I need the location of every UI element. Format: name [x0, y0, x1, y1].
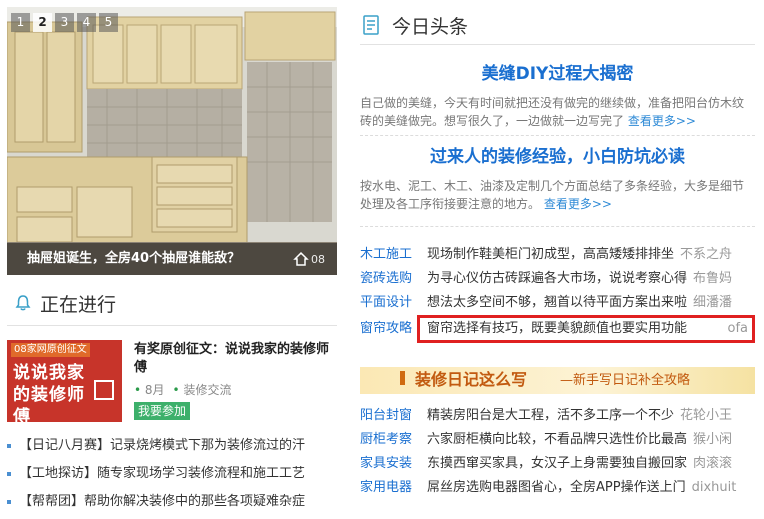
- slider-dot-3[interactable]: 3: [55, 13, 74, 32]
- story-summary: 按水电、泥工、木工、油漆及定制几个方面总结了多条经验，大多是细节处理及各工序衔接…: [360, 179, 745, 211]
- slider-dot-5[interactable]: 5: [99, 13, 118, 32]
- list-item[interactable]: 【帮帮团】帮助你解决装修中的那些各项疑难杂症: [7, 488, 337, 516]
- ongoing-title: 正在进行: [40, 293, 117, 316]
- kitchen-illustration: [7, 7, 337, 275]
- home-icon: [293, 251, 309, 266]
- story-divider: [360, 135, 755, 136]
- category-row[interactable]: 平面设计 想法太多空间不够，翘首以待平面方案出来啦 细潘潘: [360, 291, 755, 315]
- slider-dot-2[interactable]: 2: [33, 13, 52, 32]
- feature-month: 8月: [144, 383, 165, 397]
- thumb-text: 说说我家的装修师傅: [13, 363, 85, 422]
- author-link[interactable]: 花轮小王: [680, 404, 732, 428]
- bell-icon: [15, 295, 31, 311]
- story-title[interactable]: 过来人的装修经验，小白防坑必读: [360, 145, 755, 169]
- category-row[interactable]: 阳台封窗 精装房阳台是大工程，活不多工序一个不少 花轮小王: [360, 404, 755, 428]
- read-more-link[interactable]: 查看更多>>: [628, 114, 696, 128]
- feature-meta: • 8月 • 装修交流: [134, 383, 232, 397]
- feature-category[interactable]: 装修交流: [183, 383, 231, 397]
- story-title[interactable]: 美缝DIY过程大揭密: [360, 62, 755, 86]
- join-button[interactable]: 我要参加: [134, 402, 191, 420]
- category-list-bottom: 阳台封窗 精装房阳台是大工程，活不多工序一个不少 花轮小王 厨柜考察 六家厨柜横…: [360, 404, 755, 500]
- category-row[interactable]: 木工施工 现场制作鞋美柜门初成型，高高矮矮排排坐 不系之舟: [360, 243, 755, 267]
- story-summary: 自己做的美缝，今天有时间就把还没有做完的继续做，准备把阳台仿木纹砖的美缝做完。想…: [360, 96, 745, 128]
- diary-banner[interactable]: 装修日记这么写 —新手写日记补全攻略: [360, 367, 755, 394]
- category-link[interactable]: 平面设计: [360, 291, 417, 315]
- highlighted-article[interactable]: 窗帘选择有技巧，既要美貌颜值也要实用功能 ofa: [417, 315, 755, 343]
- article-link[interactable]: 想法太多空间不够，翘首以待平面方案出来啦: [427, 291, 687, 315]
- banner-title[interactable]: 装修日记这么写: [415, 369, 527, 391]
- author-link[interactable]: 肉滚滚: [693, 452, 732, 476]
- category-link[interactable]: 家具安装: [360, 452, 417, 476]
- article-link[interactable]: 现场制作鞋美柜门初成型，高高矮矮排排坐: [427, 243, 674, 267]
- list-item[interactable]: 【日记八月赛】记录烧烤模式下那为装修流过的汗: [7, 432, 337, 460]
- featured-slider[interactable]: 1 2 3 4 5 抽屉姐诞生，全房40个抽屉谁能敌？ 08: [7, 7, 337, 275]
- category-row[interactable]: 瓷砖选购 为寻心仪仿古砖踩遍各大市场，说说考察心得 布鲁妈: [360, 267, 755, 291]
- bullet-icon: [7, 500, 11, 504]
- category-link[interactable]: 木工施工: [360, 243, 417, 267]
- category-link[interactable]: 厨柜考察: [360, 428, 417, 452]
- story-divider: [360, 226, 755, 227]
- category-link[interactable]: 阳台封窗: [360, 404, 417, 428]
- watermark-text: 08: [311, 252, 325, 266]
- article-link[interactable]: 窗帘选择有技巧，既要美貌颜值也要实用功能: [427, 317, 687, 341]
- category-row[interactable]: 厨柜考察 六家厨柜横向比较，不看品牌只选性价比最高 猴小闲: [360, 428, 755, 452]
- article-link[interactable]: 东摸西窜买家具，女汉子上身需要独自搬回家: [427, 452, 687, 476]
- ongoing-header: 正在进行: [7, 287, 337, 326]
- bullet-icon: [7, 444, 11, 448]
- article-link[interactable]: 六家厨柜横向比较，不看品牌只选性价比最高: [427, 428, 687, 452]
- feature-title[interactable]: 有奖原创征文：说说我家的装修师傅: [134, 341, 337, 377]
- newspaper-icon: [363, 15, 379, 35]
- banner-subtitle[interactable]: —新手写日记补全攻略: [560, 371, 690, 391]
- thumb-tag: 08家网原创征文: [11, 343, 90, 357]
- banner-accent: [400, 371, 405, 385]
- author-link[interactable]: ofa: [728, 317, 753, 341]
- watermark: 08: [293, 249, 331, 269]
- category-row[interactable]: 窗帘攻略 窗帘选择有技巧，既要美貌颜值也要实用功能 ofa: [360, 315, 755, 343]
- headlines-title: 今日头条: [392, 15, 469, 38]
- headlines-divider: [360, 44, 755, 45]
- slider-dot-4[interactable]: 4: [77, 13, 96, 32]
- ongoing-list: 【日记八月赛】记录烧烤模式下那为装修流过的汗 【工地探访】随专家现场学习装修流程…: [7, 432, 337, 516]
- slider-caption[interactable]: 抽屉姐诞生，全房40个抽屉谁能敌？: [7, 243, 337, 275]
- author-link[interactable]: 细潘潘: [693, 291, 732, 315]
- category-list-top: 木工施工 现场制作鞋美柜门初成型，高高矮矮排排坐 不系之舟 瓷砖选购 为寻心仪仿…: [360, 243, 755, 343]
- category-link[interactable]: 家用电器: [360, 476, 417, 500]
- read-more-link[interactable]: 查看更多>>: [544, 197, 612, 211]
- article-link[interactable]: 屌丝房选购电器图省心，全房APP操作送上门: [427, 476, 686, 500]
- ongoing-divider: [7, 325, 337, 326]
- author-link[interactable]: 猴小闲: [693, 428, 732, 452]
- gift-icon: [94, 380, 114, 400]
- headline-story-1: 美缝DIY过程大揭密 自己做的美缝，今天有时间就把还没有做完的继续做，准备把阳台…: [360, 62, 755, 130]
- headlines-header: 今日头条: [360, 8, 755, 45]
- category-row[interactable]: 家用电器 屌丝房选购电器图省心，全房APP操作送上门 dixhuit: [360, 476, 755, 500]
- slider-pagination: 1 2 3 4 5: [11, 13, 118, 32]
- feature-thumbnail[interactable]: 08家网原创征文 说说我家的装修师傅: [7, 340, 122, 422]
- author-link[interactable]: dixhuit: [692, 476, 737, 500]
- kitchen-photo[interactable]: [7, 7, 337, 275]
- headline-story-2: 过来人的装修经验，小白防坑必读 按水电、泥工、木工、油漆及定制几个方面总结了多条…: [360, 145, 755, 213]
- feature-card[interactable]: 08家网原创征文 说说我家的装修师傅 有奖原创征文：说说我家的装修师傅 • 8月…: [7, 340, 337, 422]
- article-link[interactable]: 为寻心仪仿古砖踩遍各大市场，说说考察心得: [427, 267, 687, 291]
- list-item[interactable]: 【工地探访】随专家现场学习装修流程和施工工艺: [7, 460, 337, 488]
- author-link[interactable]: 不系之舟: [680, 243, 732, 267]
- bullet-icon: [7, 472, 11, 476]
- slider-dot-1[interactable]: 1: [11, 13, 30, 32]
- category-link[interactable]: 瓷砖选购: [360, 267, 417, 291]
- category-row[interactable]: 家具安装 东摸西窜买家具，女汉子上身需要独自搬回家 肉滚滚: [360, 452, 755, 476]
- article-link[interactable]: 精装房阳台是大工程，活不多工序一个不少: [427, 404, 674, 428]
- category-link[interactable]: 窗帘攻略: [360, 315, 417, 343]
- author-link[interactable]: 布鲁妈: [693, 267, 732, 291]
